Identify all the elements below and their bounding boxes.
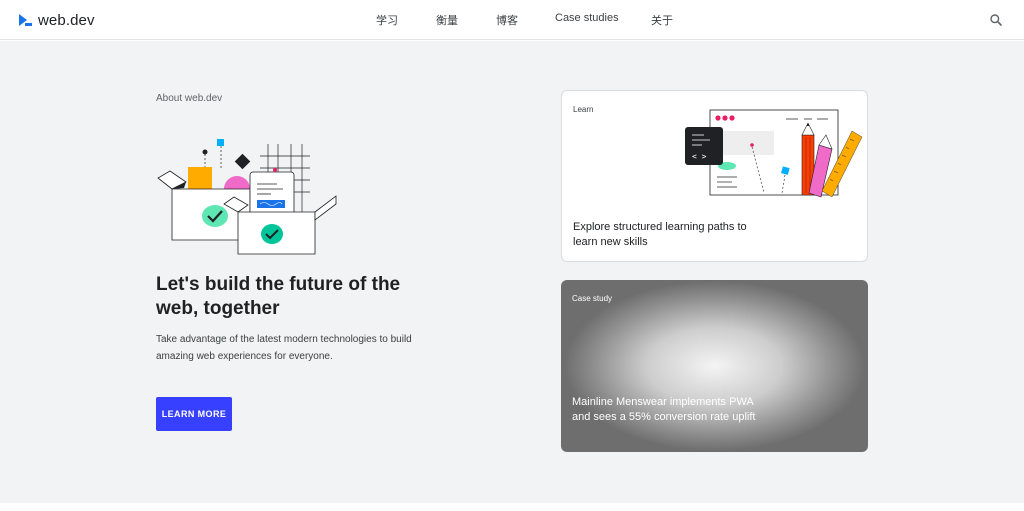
learn-card[interactable]: Learn < > Explore structured learning pa… [561, 90, 868, 262]
nav-item-case-studies[interactable]: Case studies [555, 12, 619, 24]
nav-item-learn[interactable]: 学习 [376, 12, 398, 28]
case-study-card-text: Mainline Menswear implements PWA and see… [572, 396, 756, 423]
card-tag-learn: Learn [573, 105, 594, 114]
main-content [0, 41, 1024, 503]
learning-tools-illustration: < > [685, 109, 863, 198]
main-nav: 学习 衡量 博客 Case studies 关于 [0, 0, 1024, 40]
nav-item-about[interactable]: 关于 [651, 12, 673, 28]
hero-title: Let's build the future of the web, toget… [156, 274, 401, 319]
learn-more-button[interactable]: LEARN MORE [156, 397, 232, 431]
logo-text: web.dev [38, 11, 95, 29]
case-study-card[interactable]: Case study Mainline Menswear implements … [561, 280, 868, 452]
learn-card-text: Explore structured learning paths to lea… [573, 221, 747, 248]
nav-item-measure[interactable]: 衡量 [436, 12, 458, 28]
footer-strip [0, 503, 1024, 511]
search-icon[interactable] [989, 13, 1003, 27]
web-dev-logo[interactable]: web.dev [18, 10, 95, 30]
web-dev-logo-icon [19, 14, 32, 26]
eyebrow-label: About web.dev [156, 93, 223, 104]
hero-description: Take advantage of the latest modern tech… [156, 334, 412, 362]
svg-text:< >: < > [692, 152, 707, 161]
card-tag-case-study: Case study [572, 294, 613, 303]
boxes-illustration [157, 139, 337, 255]
top-navigation-bar: web.dev 学习 衡量 博客 Case studies 关于 [0, 0, 1024, 40]
nav-item-blog[interactable]: 博客 [496, 12, 518, 28]
